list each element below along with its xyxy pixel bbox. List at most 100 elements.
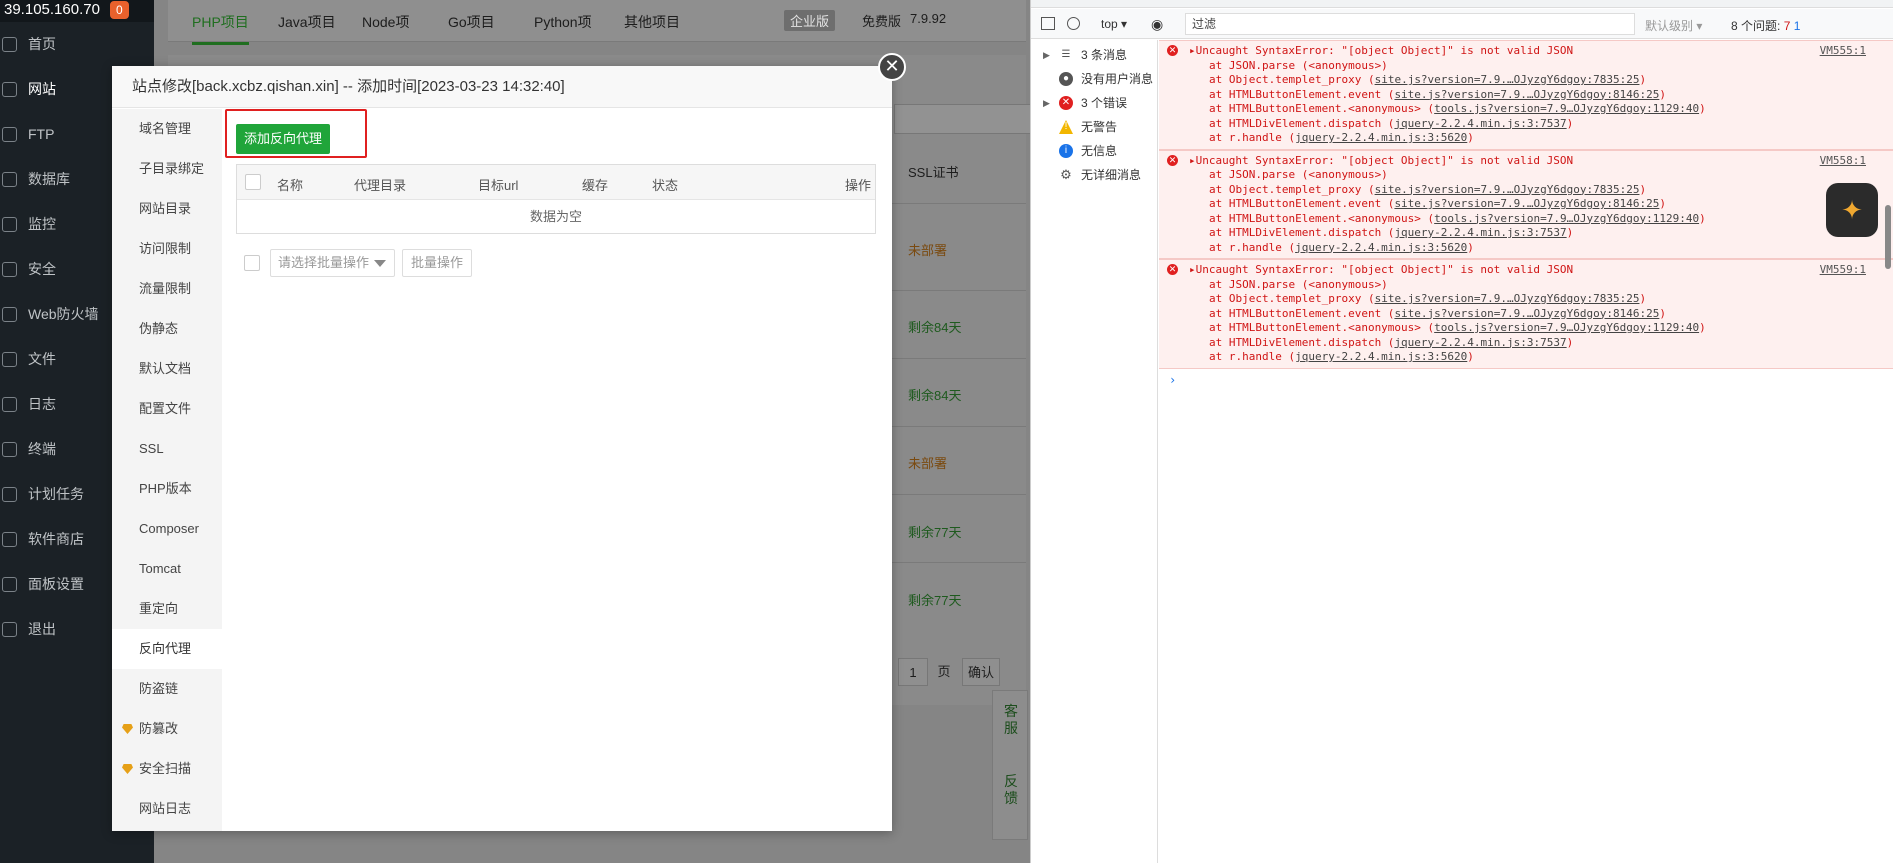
bulk-checkbox[interactable] <box>244 255 260 271</box>
sidebar-item-info[interactable]: i 无信息 <box>1031 139 1157 163</box>
sidebar-item[interactable]: 首页 <box>0 22 154 67</box>
sidebar-item-label: 终端 <box>28 441 56 457</box>
col-target-url: 目标url <box>478 178 519 193</box>
expand-icon[interactable]: ▸ <box>1189 263 1196 276</box>
context-value: top <box>1101 17 1118 31</box>
stack-text: ) <box>1699 211 1706 225</box>
stack-link[interactable]: jquery-2.2.4.min.js:3:7537 <box>1394 336 1566 349</box>
float-service-panel[interactable]: 客服 反馈 <box>992 690 1028 840</box>
service-link[interactable]: 客服 <box>1002 703 1020 737</box>
expand-icon[interactable]: ▸ <box>1189 44 1196 57</box>
stack-line: at Object.templet_proxy (site.js?version… <box>1189 73 1893 88</box>
tab-php[interactable]: PHP项目 <box>192 12 249 45</box>
modal-menu-item[interactable]: 访问限制 <box>112 229 222 269</box>
error-message[interactable]: ▸Uncaught SyntaxError: "[object Object]"… <box>1189 154 1893 169</box>
stack-link[interactable]: jquery-2.2.4.min.js:3:7537 <box>1394 226 1566 239</box>
error-text: Uncaught SyntaxError: "[object Object]" … <box>1195 263 1574 276</box>
modal-menu-item[interactable]: 网站目录 <box>112 189 222 229</box>
stack-link[interactable]: site.js?version=7.9.…OJyzgY6dgoy:8146:25 <box>1394 88 1659 101</box>
source-link[interactable]: VM559:1 <box>1820 263 1866 278</box>
chevron-down-icon <box>374 260 386 267</box>
sidebar-item-user-messages[interactable]: ● 没有用户消息 <box>1031 67 1157 91</box>
nav-icon <box>2 442 17 457</box>
console-sidebar: ▶ ☰ 3 条消息 ● 没有用户消息 ▶ ✕ 3 个错误 ! 无警告 i 无信息 ⚙ 无详细消息 <box>1031 40 1158 863</box>
modal-menu-item[interactable]: 防篡改 <box>112 709 222 749</box>
stack-link[interactable]: jquery-2.2.4.min.js:3:7537 <box>1394 117 1566 130</box>
modal-menu-item[interactable]: Tomcat <box>112 549 222 589</box>
nav-icon <box>2 622 17 637</box>
page-number[interactable]: 1 <box>898 658 928 686</box>
console-error[interactable]: ✕ ▸Uncaught SyntaxError: "[object Object]… <box>1159 259 1893 369</box>
stack-link[interactable]: site.js?version=7.9.…OJyzgY6dgoy:7835:25 <box>1375 292 1640 305</box>
sidebar-item-errors[interactable]: ▶ ✕ 3 个错误 <box>1031 91 1157 115</box>
tab-node[interactable]: Node项 <box>362 12 409 32</box>
stack-link[interactable]: jquery-2.2.4.min.js:3:5620 <box>1295 241 1467 254</box>
source-link[interactable]: VM558:1 <box>1820 154 1866 169</box>
add-reverse-proxy-button[interactable]: 添加反向代理 <box>236 124 330 154</box>
col-cache: 缓存 <box>582 178 609 193</box>
bulk-select-value: 请选择批量操作 <box>278 255 370 270</box>
sidebar-item-label: 软件商店 <box>28 531 84 547</box>
modal-menu-item[interactable]: 重定向 <box>112 589 222 629</box>
modal-menu-item[interactable]: 配置文件 <box>112 389 222 429</box>
ssl-column-header: SSL证书 <box>908 165 959 180</box>
bulk-action-button[interactable]: 批量操作 <box>402 249 472 277</box>
sidebar-item-verbose[interactable]: ⚙ 无详细消息 <box>1031 163 1157 187</box>
project-tabs: PHP项目 Java项目 Node项 Go项目 Python项 其他项目 企业版… <box>168 0 1026 45</box>
stack-link[interactable]: tools.js?version=7.9…OJyzgY6dgoy:1129:40 <box>1434 212 1699 225</box>
stack-text: at Object.templet_proxy ( <box>1209 73 1375 86</box>
filter-input[interactable]: 过滤 <box>1185 13 1635 35</box>
sidebar-item-messages[interactable]: ▶ ☰ 3 条消息 <box>1031 43 1157 67</box>
error-message[interactable]: ▸Uncaught SyntaxError: "[object Object]"… <box>1189 263 1893 278</box>
page-confirm-button[interactable]: 确认 <box>962 658 1000 686</box>
modal-menu-item[interactable]: 反向代理 <box>112 629 222 669</box>
bird-app-icon[interactable]: ✦ <box>1826 183 1878 237</box>
stack-link[interactable]: site.js?version=7.9.…OJyzgY6dgoy:7835:25 <box>1375 183 1640 196</box>
source-link[interactable]: VM555:1 <box>1820 44 1866 59</box>
stack-link[interactable]: tools.js?version=7.9…OJyzgY6dgoy:1129:40 <box>1434 102 1699 115</box>
modal-menu-item[interactable]: 网站日志 <box>112 789 222 829</box>
modal-menu-item[interactable]: Composer <box>112 509 222 549</box>
modal-menu-item[interactable]: SSL <box>112 429 222 469</box>
error-message[interactable]: ▸Uncaught SyntaxError: "[object Object]"… <box>1189 44 1893 59</box>
eye-icon[interactable]: ◉ <box>1151 16 1163 33</box>
notify-badge[interactable]: 0 <box>109 1 129 19</box>
console-prompt[interactable]: › <box>1159 369 1893 387</box>
stack-text: at JSON.parse (<anonymous>) <box>1209 58 1388 72</box>
stack-link[interactable]: tools.js?version=7.9…OJyzgY6dgoy:1129:40 <box>1434 321 1699 334</box>
modal-menu-item[interactable]: 域名管理 <box>112 109 222 149</box>
tab-java[interactable]: Java项目 <box>278 12 336 32</box>
sidebar-item-warnings[interactable]: ! 无警告 <box>1031 115 1157 139</box>
select-all-checkbox[interactable] <box>245 174 261 190</box>
stack-link[interactable]: site.js?version=7.9.…OJyzgY6dgoy:7835:25 <box>1375 73 1640 86</box>
modal-menu-item[interactable]: 子目录绑定 <box>112 149 222 189</box>
modal-menu-item[interactable]: 安全扫描 <box>112 749 222 789</box>
console-error[interactable]: ✕ ▸Uncaught SyntaxError: "[object Object]… <box>1159 149 1893 259</box>
context-select[interactable]: top ▾ <box>1101 17 1127 31</box>
modal-menu-item[interactable]: 伪静态 <box>112 309 222 349</box>
stack-link[interactable]: site.js?version=7.9.…OJyzgY6dgoy:8146:25 <box>1394 197 1659 210</box>
sidebar-toggle-icon[interactable] <box>1041 17 1055 30</box>
console-error[interactable]: ✕ ▸Uncaught SyntaxError: "[object Object]… <box>1159 40 1893 150</box>
bulk-action-select[interactable]: 请选择批量操作 <box>270 249 395 277</box>
stack-link[interactable]: site.js?version=7.9.…OJyzgY6dgoy:8146:25 <box>1394 307 1659 320</box>
modal-menu-item[interactable]: 流量限制 <box>112 269 222 309</box>
modal-menu-item[interactable]: PHP版本 <box>112 469 222 509</box>
sidebar-item-label: 3 条消息 <box>1081 48 1128 62</box>
tab-go[interactable]: Go项目 <box>448 12 495 32</box>
scrollbar[interactable] <box>1885 205 1891 269</box>
modal-menu-item[interactable]: 默认文档 <box>112 349 222 389</box>
expand-icon[interactable]: ▸ <box>1189 154 1196 167</box>
stack-link[interactable]: jquery-2.2.4.min.js:3:5620 <box>1295 131 1467 144</box>
stack-text: at r.handle ( <box>1209 350 1296 363</box>
stack-link[interactable]: jquery-2.2.4.min.js:3:5620 <box>1295 350 1467 363</box>
modal-menu-item[interactable]: 防盗链 <box>112 669 222 709</box>
clear-console-icon[interactable] <box>1067 17 1080 30</box>
feedback-link[interactable]: 反馈 <box>1002 773 1020 807</box>
log-level-select[interactable]: 默认级别 ▾ <box>1645 17 1702 34</box>
tab-other[interactable]: 其他项目 <box>624 12 680 32</box>
close-icon[interactable]: ✕ <box>878 53 906 81</box>
tab-python[interactable]: Python项 <box>534 12 592 32</box>
stack-text: ) <box>1467 240 1474 254</box>
issues-button[interactable]: 8 个问题: 7 1 <box>1731 17 1800 34</box>
